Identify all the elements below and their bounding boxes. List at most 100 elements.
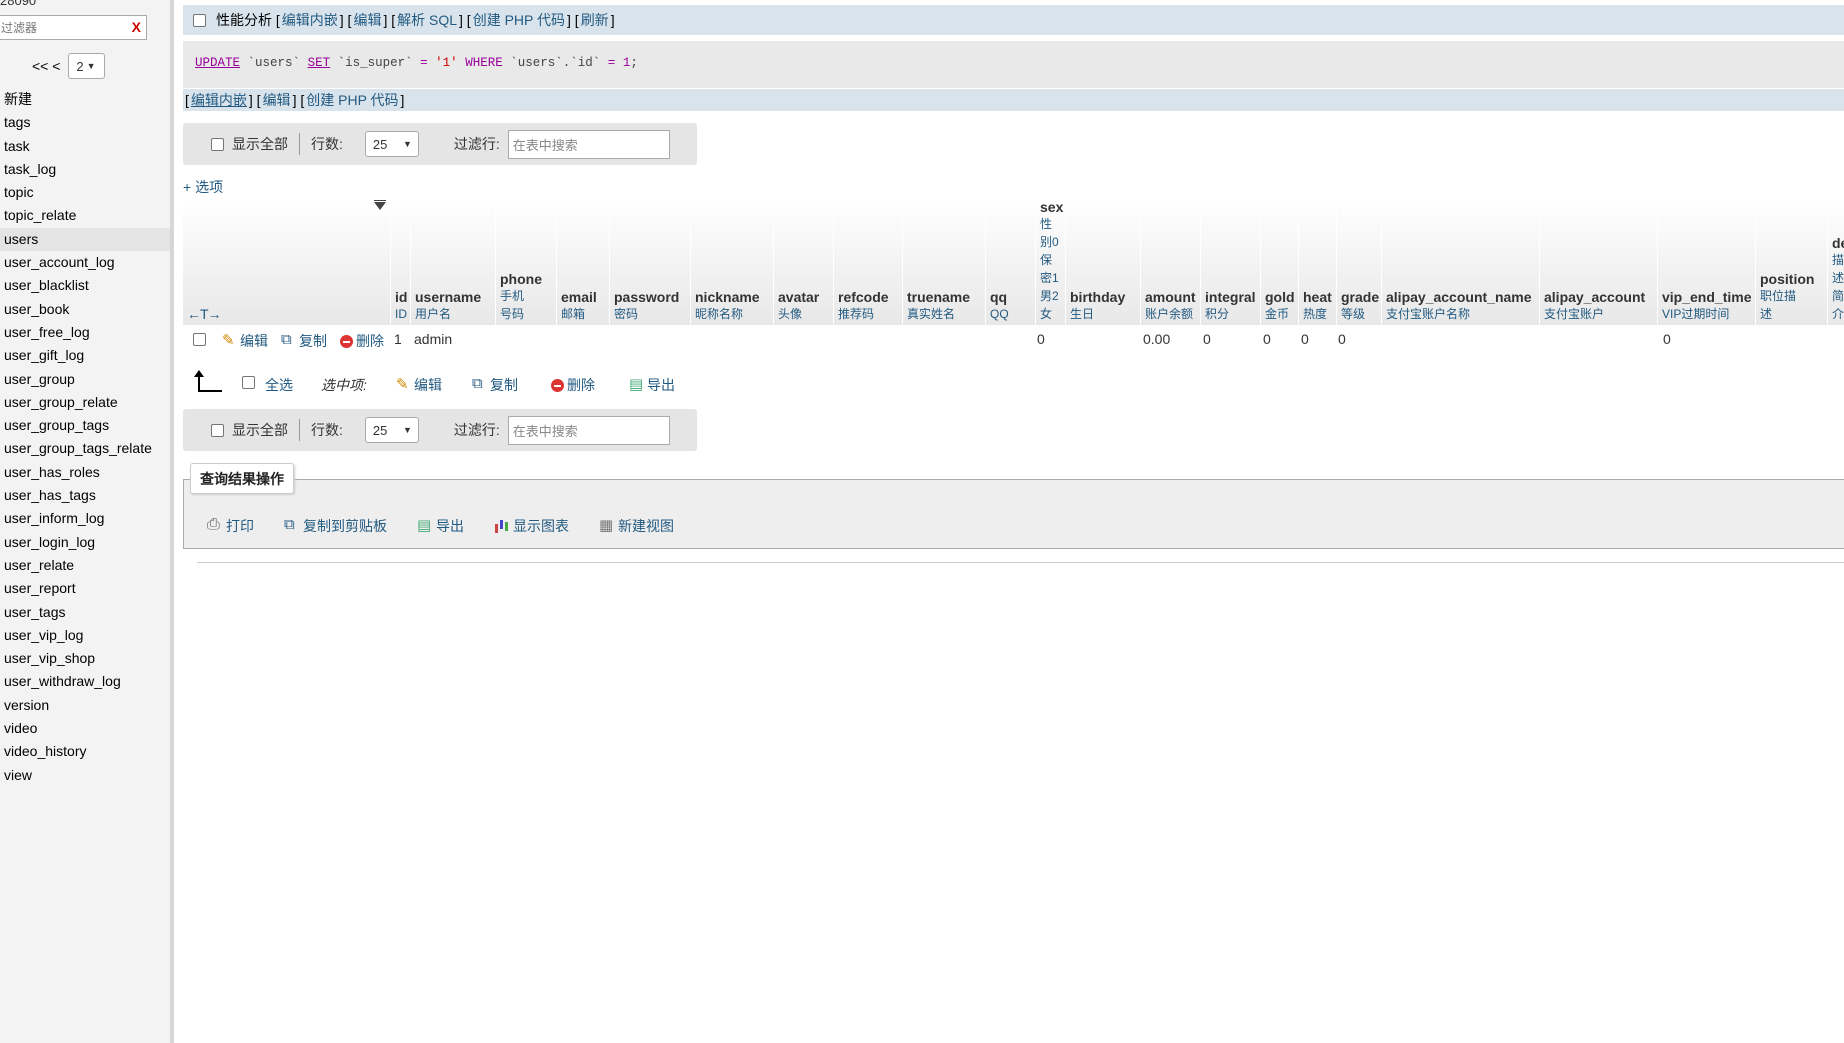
cell-id[interactable]: 1 [394,331,402,347]
filter-rows-input[interactable]: 在表中搜索 [507,129,670,159]
select-all-checkbox[interactable] [242,376,255,389]
column-name[interactable]: nickname [695,289,760,305]
sort-icon[interactable] [374,200,386,210]
edit-inline-link-2[interactable]: 编辑内嵌 [191,92,247,108]
sql-keyword[interactable]: UPDATE [195,56,240,70]
nav-table-item[interactable]: user_login_log [0,531,170,554]
column-name[interactable]: avatar [778,289,819,305]
nav-table-item[interactable]: user_has_roles [0,461,170,484]
nav-table-item[interactable]: user_gift_log [0,344,170,367]
nav-table-item[interactable]: user_free_log [0,321,170,344]
column-header-heat[interactable]: heat 热度 [1298,199,1336,325]
column-header-gold[interactable]: gold 金币 [1260,199,1298,325]
column-name[interactable]: alipay_account_name [1386,289,1532,305]
column-name[interactable]: integral [1205,289,1256,305]
nav-table-item[interactable]: version [0,694,170,717]
nav-table-item[interactable]: user_tags [0,601,170,624]
column-header-de[interactable]: de 描 述 简 介 [1827,199,1844,325]
cell-gold[interactable]: 0 [1263,331,1271,347]
row-edit-button[interactable]: 编辑 [222,331,268,351]
nav-table-item[interactable]: tags [0,111,170,134]
create-php-code-link-2[interactable]: 创建 PHP 代码 [306,92,398,108]
column-name[interactable]: grade [1341,289,1379,305]
nav-table-item[interactable]: topic [0,181,170,204]
bulk-edit-button[interactable]: 编辑 [396,375,442,395]
column-name[interactable]: de [1832,235,1844,251]
column-name[interactable]: phone [500,271,542,287]
column-header-username[interactable]: username 用户名 [410,199,495,325]
column-header-vip_end_time[interactable]: vip_end_time VIP过期时间 [1657,199,1755,325]
cell-heat[interactable]: 0 [1301,331,1309,347]
column-name[interactable]: alipay_account [1544,289,1645,305]
nav-table-item[interactable]: user_vip_shop [0,647,170,670]
column-header-alipay_account[interactable]: alipay_account 支付宝账户 [1539,199,1657,325]
nav-table-item[interactable]: user_inform_log [0,507,170,530]
nav-table-item[interactable]: video_history [0,740,170,763]
copy-to-clipboard-button[interactable]: 复制到剪贴板 [284,516,387,536]
column-header-position[interactable]: position 职位描 述 [1755,199,1827,325]
nav-table-item[interactable]: 新建 [0,88,170,111]
nav-table-item[interactable]: users [0,227,170,252]
table-filter-input[interactable] [0,16,119,39]
column-header-amount[interactable]: amount 账户余额 [1140,199,1200,325]
column-name[interactable]: password [614,289,679,305]
cell-grade[interactable]: 0 [1338,331,1346,347]
column-name[interactable]: heat [1303,289,1332,305]
nav-table-item[interactable]: user_group_tags [0,414,170,437]
column-name[interactable]: refcode [838,289,889,305]
nav-table-item[interactable]: user_has_tags [0,484,170,507]
column-name[interactable]: email [561,289,597,305]
column-header-password[interactable]: password 密码 [609,199,690,325]
explain-sql-link[interactable]: 解析 SQL [397,10,457,30]
nav-table-item[interactable]: user_report [0,577,170,600]
nav-table-item[interactable]: user_group_relate [0,391,170,414]
create-php-code-link[interactable]: 创建 PHP 代码 [473,10,565,30]
column-name[interactable]: gold [1265,289,1295,305]
column-name[interactable]: id [395,289,407,305]
cell-username[interactable]: admin [414,331,452,347]
column-header-id[interactable]: id ID [390,199,410,325]
nav-table-item[interactable]: user_book [0,298,170,321]
column-arrows-icon[interactable]: ←T→ [187,306,222,322]
column-name[interactable]: qq [990,289,1007,305]
clear-filter-button[interactable]: X [132,19,141,35]
nav-table-item[interactable]: task_log [0,158,170,181]
nav-table-item[interactable]: user_vip_log [0,624,170,647]
edit-link-2[interactable]: 编辑 [263,92,291,108]
cell-amount[interactable]: 0.00 [1143,331,1170,347]
column-name[interactable]: sex [1040,199,1063,215]
nav-table-item[interactable]: user_group [0,368,170,391]
print-button[interactable]: 打印 [207,516,254,536]
column-header-nickname[interactable]: nickname 昵称名称 [690,199,773,325]
column-header-avatar[interactable]: avatar 头像 [773,199,833,325]
nav-table-item[interactable]: view [0,764,170,787]
show-all-checkbox[interactable] [211,423,224,437]
column-header-phone[interactable]: phone 手机 号码 [495,199,556,325]
bulk-delete-button[interactable]: 删除 [551,375,595,395]
nav-table-item[interactable]: task [0,135,170,158]
nav-table-item[interactable]: user_withdraw_log [0,670,170,693]
sql-keyword[interactable]: SET [308,56,331,70]
nav-table-item[interactable]: topic_relate [0,204,170,227]
column-name[interactable]: vip_end_time [1662,289,1751,305]
bulk-export-button[interactable]: 导出 [629,375,675,395]
nav-table-item[interactable]: user_group_tags_relate [0,437,170,460]
column-header-qq[interactable]: qq QQ [985,199,1035,325]
column-header-integral[interactable]: integral 积分 [1200,199,1260,325]
nav-table-item[interactable]: user_relate [0,554,170,577]
nav-table-item[interactable]: video [0,717,170,740]
rows-select[interactable]: 25 ▼ [364,417,419,443]
column-name[interactable]: username [415,289,481,305]
cell-vip_end_time[interactable]: 0 [1663,331,1671,347]
row-checkbox[interactable] [193,333,206,346]
pager-prev-link[interactable]: << < [32,58,60,74]
display-chart-button[interactable]: 显示图表 [494,516,569,536]
filter-rows-input[interactable]: 在表中搜索 [507,415,670,445]
row-delete-button[interactable]: 删除 [340,331,384,351]
options-link[interactable]: + 选项 [183,177,223,197]
column-header-alipay_account_name[interactable]: alipay_account_name 支付宝账户名称 [1381,199,1539,325]
column-name[interactable]: birthday [1070,289,1125,305]
column-header-birthday[interactable]: birthday 生日 [1065,199,1140,325]
nav-table-item[interactable]: user_account_log [0,251,170,274]
column-header-truename[interactable]: truename 真实姓名 [902,199,985,325]
